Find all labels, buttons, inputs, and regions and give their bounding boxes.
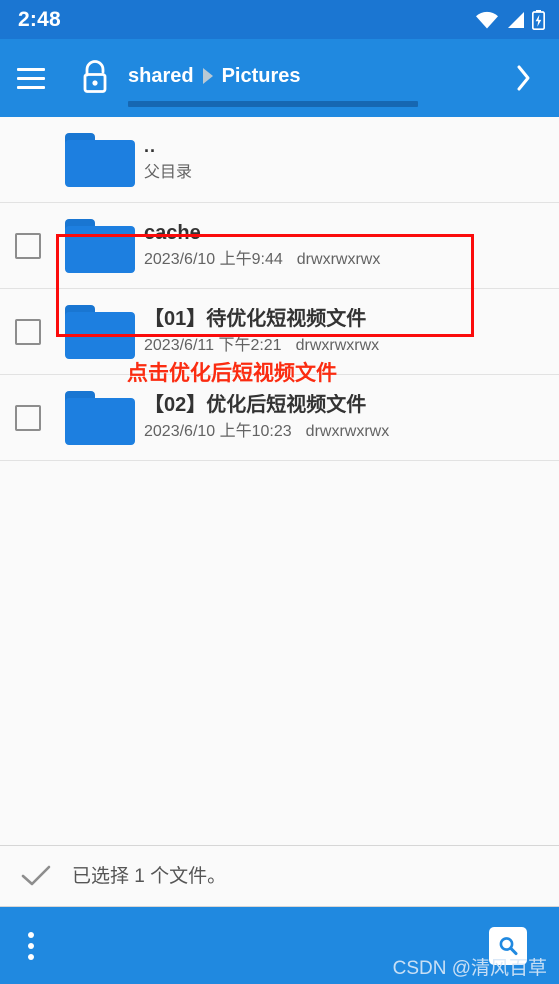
hamburger-line [17, 67, 45, 71]
list-item-meta: .. 父目录 [144, 137, 559, 181]
hamburger-line [17, 85, 45, 89]
row-checkbox[interactable] [15, 318, 41, 345]
file-date: 2023/6/10 上午10:23 [144, 423, 292, 441]
file-permissions: drwxrwxrwx [296, 251, 381, 269]
file-detail: 2023/6/10 上午9:44 drwxrwxrwx [144, 251, 547, 269]
file-name: 【01】待优化短视频文件 [144, 308, 367, 331]
file-date: 2023/6/11 下午2:21 [144, 337, 282, 355]
csdn-watermark: CSDN @清风百草 [392, 958, 547, 979]
folder-icon [56, 304, 144, 359]
file-list[interactable]: .. 父目录 cache 2023/6/10 上午9:44 drwxrwxrwx [0, 117, 559, 845]
file-permissions: drwxrwxrwx [305, 423, 390, 441]
breadcrumb-trail: shared Pictures [128, 66, 497, 86]
cellular-signal-icon [506, 11, 525, 29]
battery-charging-icon [532, 9, 545, 30]
status-bar-icons [475, 9, 545, 30]
overflow-menu-icon[interactable] [0, 931, 62, 960]
selection-status-bar: 已选择 1 个文件。 [0, 845, 559, 907]
list-item-meta: 【02】优化后短视频文件 2023/6/10 上午10:23 drwxrwxrwx [144, 394, 559, 441]
breadcrumb-item-pictures[interactable]: Pictures [222, 66, 301, 86]
folder-body [65, 311, 135, 359]
file-name: 【02】优化后短视频文件 [144, 394, 367, 417]
folder-icon [56, 132, 144, 187]
app-bar: shared Pictures [0, 39, 559, 117]
overflow-dot [28, 931, 34, 938]
file-date: 2023/6/10 上午9:44 [144, 251, 283, 269]
row-checkbox[interactable] [15, 232, 41, 259]
breadcrumb: shared Pictures [128, 39, 497, 117]
list-item[interactable]: 【02】优化后短视频文件 2023/6/10 上午10:23 drwxrwxrwx [0, 375, 559, 461]
overflow-dot [28, 942, 34, 949]
breadcrumb-item-shared[interactable]: shared [128, 66, 194, 86]
folder-icon [56, 390, 144, 445]
list-item-meta: cache 2023/6/10 上午9:44 drwxrwxrwx [144, 222, 559, 269]
breadcrumb-underline [128, 100, 418, 107]
breadcrumb-separator-icon [202, 67, 213, 84]
file-detail: 2023/6/11 下午2:21 drwxrwxrwx [144, 337, 547, 355]
overflow-dot [28, 953, 34, 960]
folder-body [65, 397, 135, 445]
chevron-right-icon[interactable] [497, 61, 549, 95]
bottom-toolbar: CSDN @清风百草 [0, 907, 559, 984]
selection-status-text: 已选择 1 个文件。 [72, 865, 227, 887]
system-status-bar: 2:48 [0, 0, 559, 39]
folder-body [65, 139, 135, 187]
status-bar-clock: 2:48 [18, 8, 61, 31]
folder-icon [56, 218, 144, 273]
file-permissions: drwxrwxrwx [295, 337, 380, 355]
folder-body [65, 225, 135, 273]
phone-screen: 2:48 shared Pictures .. 父目录 cache 2023/6… [0, 0, 559, 984]
hamburger-menu-icon[interactable] [0, 67, 62, 89]
file-name: cache [144, 222, 201, 245]
unlocked-padlock-icon[interactable] [62, 58, 128, 98]
hamburger-line [17, 76, 45, 80]
list-item[interactable]: cache 2023/6/10 上午9:44 drwxrwxrwx [0, 203, 559, 289]
row-checkbox-cell[interactable] [0, 404, 56, 431]
row-checkbox[interactable] [15, 404, 41, 431]
file-detail: 2023/6/10 上午10:23 drwxrwxrwx [144, 423, 547, 441]
annotation-text: 点击优化后短视频文件 [127, 362, 337, 385]
row-checkbox-cell[interactable] [0, 232, 56, 259]
list-item[interactable]: .. 父目录 [0, 117, 559, 203]
file-subtitle: 父目录 [144, 164, 193, 182]
row-checkbox-cell[interactable] [0, 318, 56, 345]
wifi-icon [475, 11, 499, 29]
list-item-meta: 【01】待优化短视频文件 2023/6/11 下午2:21 drwxrwxrwx [144, 308, 559, 355]
checkmark-icon [0, 863, 72, 889]
file-name: .. [144, 137, 157, 157]
